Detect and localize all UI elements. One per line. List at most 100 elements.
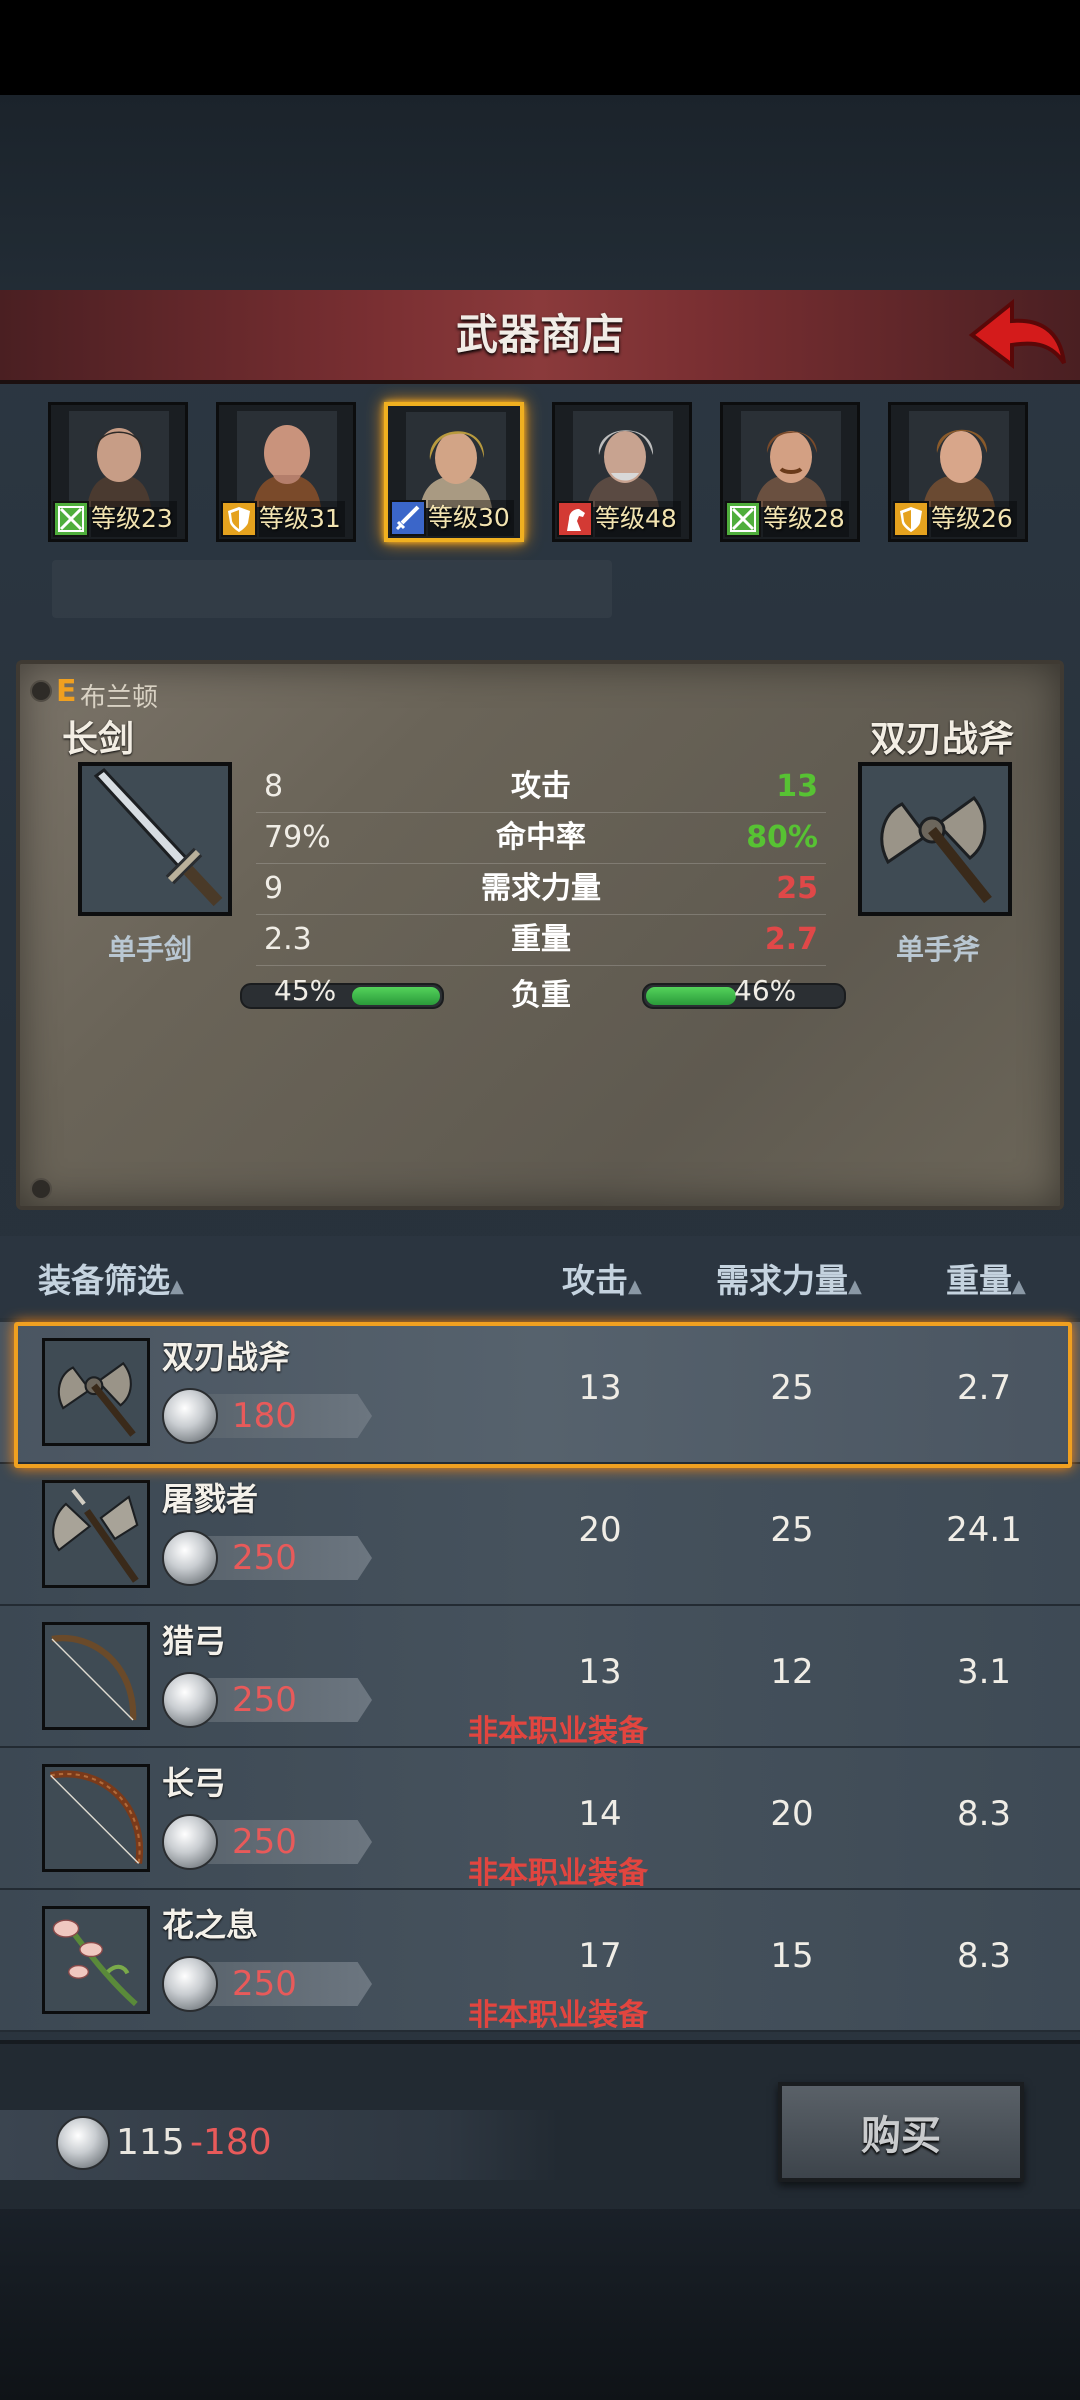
item-price: 250 (232, 1964, 297, 2004)
stat-label: 重量 (511, 922, 571, 957)
item-attack: 14 (578, 1794, 622, 1834)
hero-face-icon (69, 411, 169, 507)
sword-icon (82, 766, 228, 912)
item-row[interactable]: 双刃战斧 180 13 25 2.7 (0, 1322, 1080, 1464)
item-row[interactable]: 屠戮者 250 20 25 24.1 (0, 1464, 1080, 1606)
hero-name: 布兰顿 (80, 683, 159, 713)
double-axe-icon (862, 766, 1008, 912)
hero-level: 等级30 (428, 500, 514, 536)
shield-class-icon (223, 503, 255, 535)
item-icon-frame (42, 1764, 150, 1872)
hero-portrait-2[interactable]: 等级31 (216, 402, 356, 542)
hero-face-icon (573, 411, 673, 507)
back-arrow-icon (968, 298, 1066, 369)
back-button[interactable] (968, 293, 1068, 377)
candidate-load-percent: 46% (734, 974, 797, 1007)
candidate-weapon-type: 单手斧 (896, 933, 981, 966)
stat-label: 需求力量 (481, 871, 601, 906)
item-row[interactable]: 猎弓 250 13 12 3.1 非本职业装备 (0, 1606, 1080, 1749)
item-attack: 20 (578, 1510, 622, 1550)
stat-label: 命中率 (496, 820, 586, 855)
not-class-warning: 非本职业装备 (468, 1856, 648, 1891)
top-background (0, 95, 1080, 290)
current-weapon-frame (78, 762, 232, 916)
stat-row-strength: 9 需求力量 25 (256, 864, 826, 915)
class-badge (893, 501, 929, 537)
sort-arrow-icon: ▲ (1012, 1276, 1026, 1297)
sort-attack-button[interactable]: 攻击▲ (562, 1254, 642, 1302)
hero-portrait-4[interactable]: 等级48 (552, 402, 692, 542)
item-price: 250 (232, 1538, 297, 1578)
not-class-warning: 非本职业装备 (468, 1998, 648, 2033)
candidate-stat: 2.7 (764, 922, 818, 957)
hero-level: 等级28 (763, 501, 849, 537)
item-attack: 17 (578, 1936, 622, 1976)
silver-coin-icon (56, 2116, 110, 2170)
class-badge (557, 501, 593, 537)
strength-label: 需求力量 (716, 1261, 848, 1300)
stat-row-weight: 2.3 重量 2.7 (256, 915, 826, 966)
item-row[interactable]: 长弓 250 14 20 8.3 非本职业装备 (0, 1748, 1080, 1891)
item-strength: 20 (770, 1794, 814, 1834)
item-strength: 15 (770, 1936, 814, 1976)
item-price: 250 (232, 1822, 297, 1862)
sort-strength-button[interactable]: 需求力量▲ (716, 1254, 862, 1302)
buy-button[interactable]: 购买 (778, 2082, 1024, 2182)
current-weapon-name: 长剑 (62, 719, 135, 760)
hero-portrait-1[interactable]: 等级23 (48, 402, 188, 542)
flower-staff-icon (45, 1909, 147, 2011)
stat-row-attack: 8 攻击 13 (256, 762, 826, 813)
page-title: 武器商店 (455, 310, 624, 359)
item-strength: 12 (770, 1652, 814, 1692)
hero-portrait-6[interactable]: 等级26 (888, 402, 1028, 542)
stat-label: 攻击 (511, 769, 571, 804)
weight-label: 重量 (946, 1261, 1012, 1300)
item-name: 长弓 (162, 1764, 227, 1802)
slaughter-axe-icon (45, 1483, 147, 1585)
candidate-stat: 80% (746, 820, 818, 855)
item-row[interactable]: 花之息 250 17 15 8.3 非本职业装备 (0, 1890, 1080, 2033)
hero-face-icon (741, 411, 841, 507)
item-price: 250 (232, 1680, 297, 1720)
candidate-stat: 13 (776, 769, 818, 804)
status-bar (0, 0, 1080, 95)
class-badge (725, 501, 761, 537)
item-weight: 8.3 (956, 1936, 1012, 1976)
item-strength: 25 (770, 1510, 814, 1550)
item-name: 双刃战斧 (162, 1338, 291, 1376)
filter-header-button[interactable]: 装备筛选▲ (38, 1254, 184, 1302)
hero-face-icon (406, 412, 506, 508)
hero-level: 等级48 (595, 501, 681, 537)
shield-class-icon (895, 503, 927, 535)
item-strength: 25 (770, 1368, 814, 1408)
item-name: 猎弓 (162, 1622, 227, 1660)
horse-class-icon (559, 503, 591, 535)
candidate-weapon-name: 双刃战斧 (870, 719, 1015, 760)
candidate-stat: 25 (776, 871, 818, 906)
stat-row-hit-rate: 79% 命中率 80% (256, 813, 826, 864)
money-cost: -180 (190, 2122, 272, 2163)
hero-strip-shadow (52, 560, 612, 618)
item-weight: 3.1 (956, 1652, 1012, 1692)
bow-class-icon (55, 503, 87, 535)
hero-level: 等级26 (931, 501, 1017, 537)
rivet-icon (30, 1178, 52, 1200)
item-weight: 2.7 (956, 1368, 1012, 1408)
hero-level: 等级23 (91, 501, 177, 537)
sword-class-icon (392, 502, 424, 534)
hunting-bow-icon (45, 1625, 147, 1727)
item-weight: 24.1 (946, 1510, 1022, 1550)
hero-level: 等级31 (259, 501, 345, 537)
hero-portrait-3[interactable]: 等级30 (384, 402, 524, 542)
silver-coin-icon (162, 1814, 218, 1870)
rivet-icon (30, 680, 52, 702)
silver-coin-icon (162, 1530, 218, 1586)
silver-coin-icon (162, 1956, 218, 2012)
class-badge (221, 501, 257, 537)
class-badge (390, 500, 426, 536)
not-class-warning: 非本职业装备 (468, 1714, 648, 1749)
hero-face-icon (237, 411, 337, 507)
hero-portrait-5[interactable]: 等级28 (720, 402, 860, 542)
sort-weight-button[interactable]: 重量▲ (946, 1254, 1026, 1302)
item-icon-frame (42, 1480, 150, 1588)
